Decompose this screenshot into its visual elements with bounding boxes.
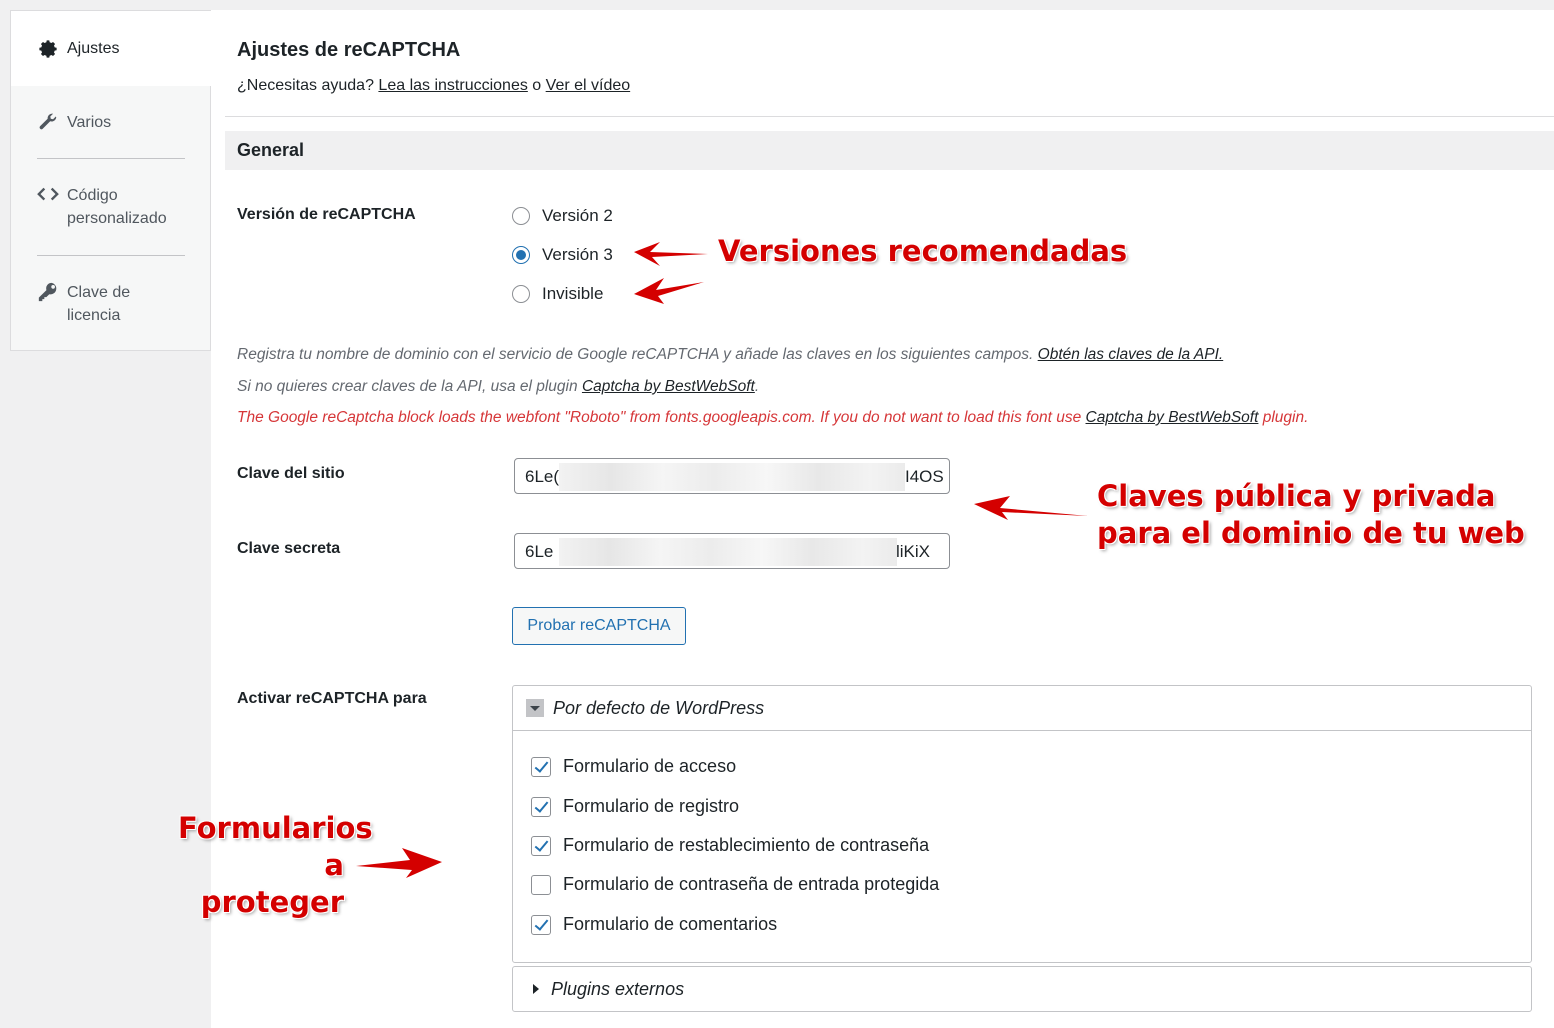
page-title: Ajustes de reCAPTCHA [237,39,461,61]
radio-button[interactable] [512,285,530,303]
captcha-bestwebsoft-link[interactable]: Captcha by BestWebSoft [582,378,755,395]
annotation-arrow-icon [974,496,1088,520]
section-header-general: General [225,131,1554,170]
sidebar-item-codigo-personalizado[interactable]: Código personalizado [11,184,210,230]
video-link[interactable]: Ver el vídeo [546,77,631,94]
sidebar-item-varios[interactable]: Varios [11,111,210,134]
radio-button[interactable] [512,246,530,264]
group-header[interactable]: Por defecto de WordPress [513,686,1531,731]
plugin-note: Si no quieres crear claves de la API, us… [237,378,760,395]
sidebar-divider [37,255,185,256]
redacted-blur [559,538,897,566]
secret-key-input[interactable]: 6Le liKiX [514,533,950,569]
radio-button[interactable] [512,207,530,225]
checkbox-register-form[interactable]: Formulario de registro [531,796,739,817]
checkbox[interactable] [531,835,551,856]
checkbox[interactable] [531,914,551,935]
settings-sidebar: Ajustes Varios Código personalizado Clav… [10,10,213,351]
checkbox-protected-post-form[interactable]: Formulario de contraseña de entrada prot… [531,874,939,895]
redacted-blur [559,463,905,491]
sidebar-item-ajustes[interactable]: Ajustes [11,11,213,86]
secret-key-label: Clave secreta [237,540,341,557]
help-text: ¿Necesitas ayuda? Lea las instrucciones … [237,77,631,94]
annotation-arrow-icon [356,848,442,878]
sidebar-item-label: Varios [67,114,112,131]
radio-invisible[interactable]: Invisible [512,284,603,304]
expand-arrow-icon[interactable] [533,984,539,994]
enable-label: Activar reCAPTCHA para [237,690,427,707]
checkbox-reset-password-form[interactable]: Formulario de restablecimiento de contra… [531,835,929,856]
version-label: Versión de reCAPTCHA [237,206,416,223]
wordpress-default-forms-group: Por defecto de WordPress Formulario de a… [512,685,1532,963]
sidebar-item-label: Ajustes [67,40,120,57]
checkbox-comments-form[interactable]: Formulario de comentarios [531,914,777,935]
radio-version-3[interactable]: Versión 3 [512,245,613,265]
collapse-toggle-icon[interactable] [526,699,544,717]
key-icon [38,282,57,302]
annotation-keys: Claves pública y privada para el dominio… [1097,479,1525,550]
checkbox-login-form[interactable]: Formulario de acceso [531,756,736,777]
checkbox[interactable] [531,796,551,817]
wrench-icon [39,113,57,130]
captcha-bestwebsoft-link[interactable]: Captcha by BestWebSoft [1086,409,1259,426]
sidebar-item-label: Clave de licencia [67,284,131,324]
api-keys-note: Registra tu nombre de dominio con el ser… [237,346,1224,363]
sidebar-item-clave-licencia[interactable]: Clave de licencia [11,281,210,327]
radio-version-2[interactable]: Versión 2 [512,206,613,226]
code-icon [37,187,59,201]
site-key-label: Clave del sitio [237,465,345,482]
get-api-keys-link[interactable]: Obtén las claves de la API. [1038,346,1224,363]
site-key-input[interactable]: 6Le( I4OS [514,458,950,494]
sidebar-item-label: Código personalizado [67,187,167,227]
test-recaptcha-button[interactable]: Probar reCAPTCHA [512,607,686,645]
checkbox[interactable] [531,756,551,777]
sidebar-divider [37,158,185,159]
external-plugins-group[interactable]: Plugins externos [512,966,1532,1012]
divider [225,116,1554,117]
annotation-forms: Formularios a proteger [178,811,373,919]
annotation-arrow-icon [634,242,708,304]
annotation-versions: Versiones recomendadas [718,234,1128,268]
checkbox[interactable] [531,874,551,895]
instructions-link[interactable]: Lea las instrucciones [378,77,527,94]
roboto-font-warning: The Google reCaptcha block loads the web… [237,409,1309,426]
gear-icon [39,39,57,58]
